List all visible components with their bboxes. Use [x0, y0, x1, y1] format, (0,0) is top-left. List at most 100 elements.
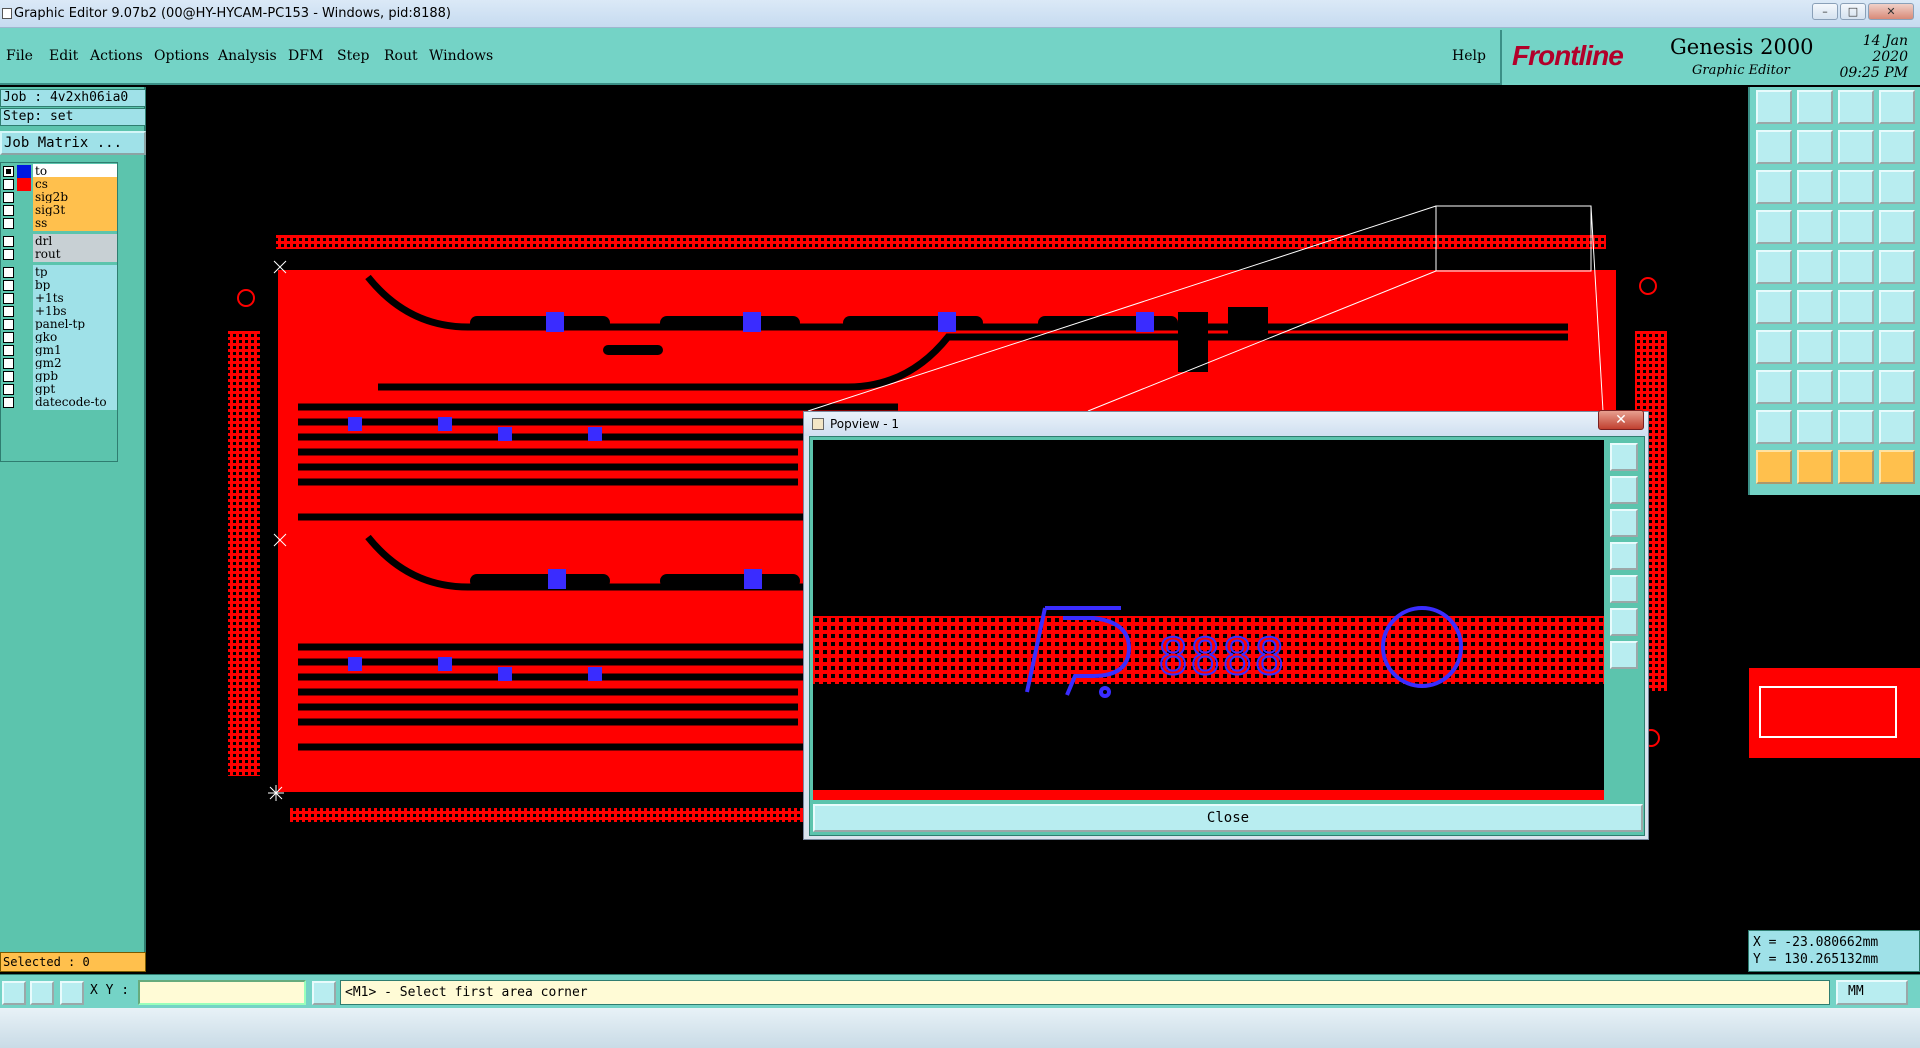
layer-checkbox[interactable] — [3, 332, 14, 343]
layer-checkbox[interactable] — [3, 371, 14, 382]
draw-line-diag-tool-button[interactable] — [1797, 330, 1833, 364]
snap-mode-button[interactable] — [2, 981, 26, 1005]
layer-checkbox[interactable] — [3, 397, 14, 408]
triangle-1-tool-button[interactable] — [1756, 410, 1792, 444]
maximize-button[interactable]: □ — [1840, 3, 1866, 20]
select-arc-tool-button[interactable] — [1879, 290, 1915, 324]
layer-checkbox[interactable] — [3, 218, 14, 229]
draw-line-tool-button[interactable] — [1756, 330, 1792, 364]
popview-zoom-out-button[interactable] — [1610, 608, 1638, 636]
layer-checkbox[interactable] — [3, 293, 14, 304]
zoom-back-tool-button[interactable] — [1838, 130, 1874, 164]
units-selector[interactable]: MM — [1836, 980, 1908, 1005]
pan-right-tool-button[interactable] — [1797, 130, 1833, 164]
menu-edit[interactable]: Edit — [49, 48, 78, 64]
select-arrow-3-tool-button[interactable] — [1838, 450, 1874, 484]
select-multi-tool-button[interactable] — [1879, 450, 1915, 484]
menu-windows[interactable]: Windows — [429, 48, 493, 64]
layer-compare-tool-button[interactable] — [1879, 210, 1915, 244]
layer-color-swatch[interactable] — [17, 248, 31, 261]
popview-pan-right-button[interactable] — [1610, 575, 1638, 603]
layer-color-swatch[interactable] — [17, 217, 31, 230]
pan-left-tool-button[interactable] — [1756, 130, 1792, 164]
measure-cursor-tool-button[interactable] — [1756, 210, 1792, 244]
popview-zoom-window-button[interactable] — [1610, 443, 1638, 471]
layer-checkbox[interactable] — [3, 236, 14, 247]
move-node-tool-button[interactable] — [1838, 290, 1874, 324]
add-pad-tool-button[interactable] — [1756, 250, 1792, 284]
menu-analysis[interactable]: Analysis — [218, 48, 277, 64]
route-nodes-tool-button[interactable] — [1756, 290, 1792, 324]
layer-checkbox[interactable] — [3, 179, 14, 190]
minimize-button[interactable]: – — [1812, 3, 1838, 20]
draw-fill-tool-button[interactable] — [1879, 330, 1915, 364]
layer-name: rout — [33, 247, 117, 262]
net-highlight-tool-button[interactable] — [1838, 210, 1874, 244]
select-arrow-2-tool-button[interactable] — [1797, 450, 1833, 484]
edit-frame-tool-button[interactable] — [1838, 370, 1874, 404]
add-surface-tool-button[interactable] — [1879, 250, 1915, 284]
menu-actions[interactable]: Actions — [90, 48, 143, 64]
layer-checkbox[interactable] — [3, 345, 14, 356]
triangle-4-tool-button[interactable] — [1879, 410, 1915, 444]
layer-checkbox[interactable] — [3, 267, 14, 278]
layer-checkbox[interactable] — [3, 319, 14, 330]
popview-close-x-button[interactable]: ✕ — [1598, 410, 1644, 430]
popview-canvas[interactable]: 8888 — [813, 440, 1604, 800]
edit-pad-tool-button[interactable] — [1756, 370, 1792, 404]
layer-checkbox[interactable] — [3, 358, 14, 369]
layer-checkbox[interactable] — [3, 280, 14, 291]
triangle-2-tool-button[interactable] — [1797, 410, 1833, 444]
popview-zoom-in-button[interactable] — [1610, 641, 1638, 669]
add-line-corner-tool-button[interactable] — [1797, 250, 1833, 284]
select-arrow-tool-button[interactable] — [1756, 450, 1792, 484]
popview-pan-up-button[interactable] — [1610, 476, 1638, 504]
job-matrix-button[interactable]: Job Matrix ... — [0, 131, 146, 155]
help-tool-button[interactable] — [1879, 170, 1915, 204]
layer-row[interactable]: ss — [1, 216, 119, 231]
edit-group-tool-button[interactable] — [1879, 370, 1915, 404]
zoom-window-tool-button[interactable] — [1879, 90, 1915, 124]
layer-row[interactable]: datecode-to — [1, 395, 119, 410]
add-text-tool-button[interactable] — [1838, 250, 1874, 284]
clock-date: 14 Jan 2020 — [1862, 33, 1908, 65]
cross-delete-tool-button[interactable] — [1797, 290, 1833, 324]
draw-arc-tool-button[interactable] — [1838, 330, 1874, 364]
layer-color-swatch[interactable] — [17, 396, 31, 409]
grid-toggle-tool-button[interactable] — [1797, 210, 1833, 244]
zoom-reset-tool-button[interactable] — [1797, 90, 1833, 124]
edit-line-tool-button[interactable] — [1797, 370, 1833, 404]
overview-map[interactable] — [1749, 668, 1920, 758]
popview-pan-left-button[interactable] — [1610, 542, 1638, 570]
layer-row[interactable]: rout — [1, 247, 119, 262]
grid-mode-button[interactable] — [60, 981, 84, 1005]
popview-close-button[interactable]: Close — [813, 804, 1643, 832]
zoom-home-tool-button[interactable] — [1756, 90, 1792, 124]
redraw-tool-button[interactable] — [1879, 130, 1915, 164]
zoom-fit-tool-button[interactable] — [1756, 170, 1792, 204]
zoom-center-tool-button[interactable] — [1797, 170, 1833, 204]
menu-rout[interactable]: Rout — [384, 48, 418, 64]
triangle-3-tool-button[interactable] — [1838, 410, 1874, 444]
layer-checkbox[interactable] — [3, 306, 14, 317]
layer-checkbox[interactable] — [3, 166, 14, 177]
menu-dfm[interactable]: DFM — [288, 48, 323, 64]
menu-file[interactable]: File — [6, 48, 33, 64]
layer-checkbox[interactable] — [3, 249, 14, 260]
menu-step[interactable]: Step — [337, 48, 369, 64]
popview-toolbar — [1608, 440, 1641, 800]
menu-options[interactable]: Options — [154, 48, 209, 64]
selected-count: Selected : 0 — [0, 952, 146, 972]
info-button[interactable] — [312, 981, 336, 1005]
xy-input[interactable] — [138, 980, 306, 1005]
menu-help[interactable]: Help — [1452, 48, 1486, 64]
layer-checkbox[interactable] — [3, 384, 14, 395]
popview-pan-down-button[interactable] — [1610, 509, 1638, 537]
one-to-one-tool-button[interactable] — [1838, 170, 1874, 204]
close-window-button[interactable]: ✕ — [1868, 3, 1914, 20]
layer-checkbox[interactable] — [3, 192, 14, 203]
tool-palette — [1748, 87, 1920, 495]
layer-checkbox[interactable] — [3, 205, 14, 216]
overview-tool-button[interactable] — [1838, 90, 1874, 124]
measure-mode-button[interactable] — [30, 981, 54, 1005]
